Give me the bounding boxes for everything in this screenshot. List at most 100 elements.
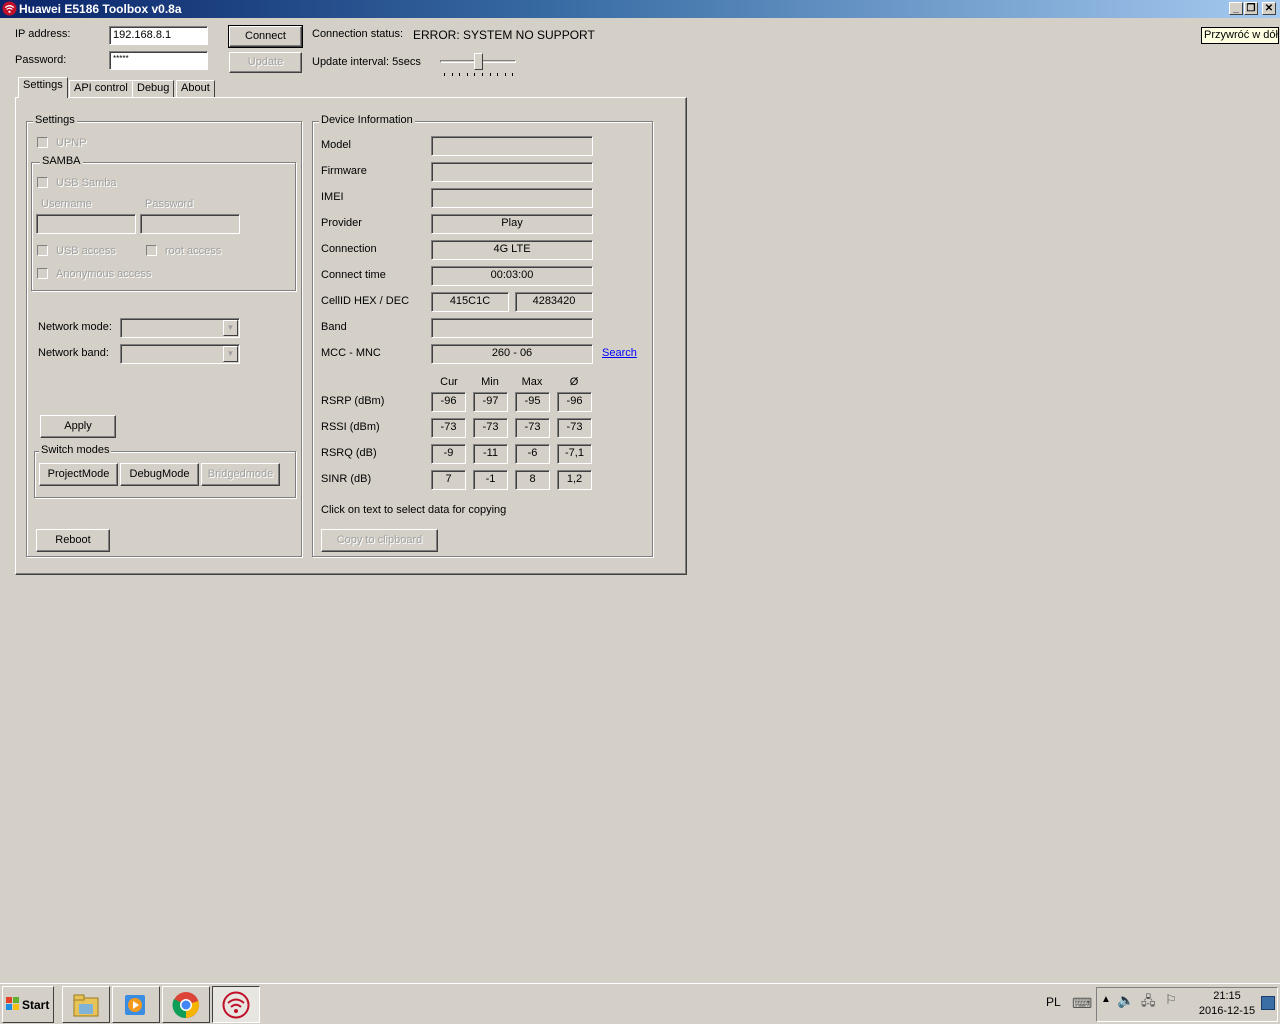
cellid-dec-value: 4283420 [515, 292, 593, 312]
imei-label: IMEI [321, 191, 344, 203]
samba-password-label: Password [145, 198, 194, 210]
stat-header-avg: Ø [569, 376, 579, 388]
media-player-icon [125, 995, 145, 1015]
provider-value: Play [431, 214, 593, 234]
rsrp-cur: -96 [431, 392, 466, 412]
clock-time[interactable]: 21:15 [1197, 990, 1257, 1002]
wifi-toolbox-icon [222, 991, 250, 1019]
copy-to-clipboard-button[interactable]: Copy to clipboard [321, 529, 438, 552]
cellid-hex-value: 415C1C [431, 292, 509, 312]
samba-username-label: Username [41, 198, 92, 210]
title-bar[interactable]: Huawei E5186 Toolbox v0.8a _ ❐ ✕ [0, 0, 1280, 18]
app-wifi-icon [2, 1, 17, 16]
firmware-label: Firmware [321, 165, 367, 177]
window-title: Huawei E5186 Toolbox v0.8a [19, 2, 182, 16]
device-info-title: Device Information [319, 114, 415, 126]
taskbar-chrome[interactable] [162, 986, 210, 1023]
tab-settings[interactable]: Settings [18, 77, 68, 98]
connect-time-value: 00:03:00 [431, 266, 593, 286]
language-indicator[interactable]: PL [1046, 995, 1061, 1009]
start-label: Start [22, 998, 50, 1012]
connect-button[interactable]: Connect [228, 25, 303, 48]
apply-button[interactable]: Apply [40, 415, 116, 438]
action-center-flag-icon[interactable]: ⚐ [1165, 992, 1177, 1008]
root-access-checkbox[interactable] [146, 245, 157, 256]
volume-icon[interactable]: 🔈 [1117, 992, 1134, 1009]
anonymous-access-checkbox[interactable] [37, 268, 48, 279]
network-band-label: Network band: [38, 347, 109, 359]
settings-group-title: Settings [33, 114, 77, 126]
system-tray: ▲ 🔈 🖧 ⚐ 21:15 2016-12-15 [1096, 987, 1278, 1022]
usb-samba-label: USB Samba [56, 177, 117, 189]
taskbar-file-explorer[interactable] [62, 986, 110, 1023]
keyboard-icon[interactable]: ⌨ [1072, 995, 1092, 1012]
debug-mode-button[interactable]: DebugMode [120, 463, 199, 486]
chrome-icon [172, 992, 199, 1019]
start-button[interactable]: Start [2, 986, 54, 1023]
network-mode-label: Network mode: [38, 321, 112, 333]
slider-tick [497, 73, 498, 76]
connection-type-label: Connection [321, 243, 377, 255]
usb-samba-checkbox[interactable] [37, 177, 48, 188]
usb-access-checkbox[interactable] [37, 245, 48, 256]
minimize-button[interactable]: _ [1229, 2, 1243, 15]
taskbar-huawei-toolbox[interactable] [212, 986, 260, 1023]
network-mode-select[interactable]: ▼ [120, 318, 240, 338]
file-explorer-icon [73, 994, 99, 1017]
restore-button[interactable]: ❐ [1244, 2, 1258, 15]
password-input[interactable]: ***** [109, 51, 208, 70]
taskbar-media-player[interactable] [112, 986, 160, 1023]
slider-tick [444, 73, 445, 76]
rsrp-avg: -96 [557, 392, 592, 412]
usb-access-label: USB access [56, 245, 116, 257]
rssi-label: RSSI (dBm) [321, 421, 380, 433]
samba-group-title: SAMBA [40, 155, 83, 167]
samba-password-input[interactable] [140, 214, 240, 234]
sinr-label: SINR (dB) [321, 473, 372, 485]
update-interval-label: Update interval: 5secs [312, 56, 421, 68]
slider-tick [474, 73, 475, 76]
rsrq-min: -11 [473, 444, 508, 464]
upnp-checkbox[interactable] [37, 137, 48, 148]
update-button[interactable]: Update [229, 52, 302, 73]
tab-api-control[interactable]: API control [69, 80, 133, 97]
chevron-down-icon: ▼ [223, 346, 238, 362]
slider-tick [452, 73, 453, 76]
rsrq-cur: -9 [431, 444, 466, 464]
samba-username-input[interactable] [36, 214, 136, 234]
band-label: Band [321, 321, 347, 333]
clock-date[interactable]: 2016-12-15 [1193, 1005, 1261, 1017]
device-info-group: Device Information [312, 114, 653, 557]
network-band-select[interactable]: ▼ [120, 344, 240, 364]
tab-debug[interactable]: Debug [132, 80, 175, 97]
band-value [431, 318, 593, 338]
rsrp-label: RSRP (dBm) [321, 395, 385, 407]
tab-about[interactable]: About [176, 80, 215, 97]
close-button[interactable]: ✕ [1262, 2, 1276, 15]
slider-tick [459, 73, 460, 76]
connect-time-label: Connect time [321, 269, 386, 281]
upnp-label: UPNP [56, 137, 87, 149]
rsrq-max: -6 [515, 444, 550, 464]
slider-tick [512, 73, 513, 76]
connection-status-value: ERROR: SYSTEM NO SUPPORT [413, 28, 595, 42]
rsrp-min: -97 [473, 392, 508, 412]
network-icon[interactable]: 🖧 [1141, 992, 1156, 1014]
stat-header-max: Max [521, 376, 543, 388]
reboot-button[interactable]: Reboot [36, 529, 110, 552]
ip-address-input[interactable]: 192.168.8.1 [109, 26, 208, 45]
windows-logo-icon [6, 997, 19, 1010]
sinr-avg: 1,2 [557, 470, 592, 490]
search-link[interactable]: Search [602, 347, 637, 359]
update-interval-slider[interactable] [438, 52, 518, 80]
model-label: Model [321, 139, 351, 151]
show-hidden-icons-icon[interactable]: ▲ [1101, 994, 1111, 1005]
slider-tick [490, 73, 491, 76]
bridge-mode-button[interactable]: Bridgedmode [201, 463, 280, 486]
show-desktop-icon[interactable] [1261, 996, 1275, 1010]
rssi-max: -73 [515, 418, 550, 438]
project-mode-button[interactable]: ProjectMode [39, 463, 118, 486]
slider-tick [482, 73, 483, 76]
connection-type-value: 4G LTE [431, 240, 593, 260]
slider-thumb[interactable] [474, 53, 483, 70]
